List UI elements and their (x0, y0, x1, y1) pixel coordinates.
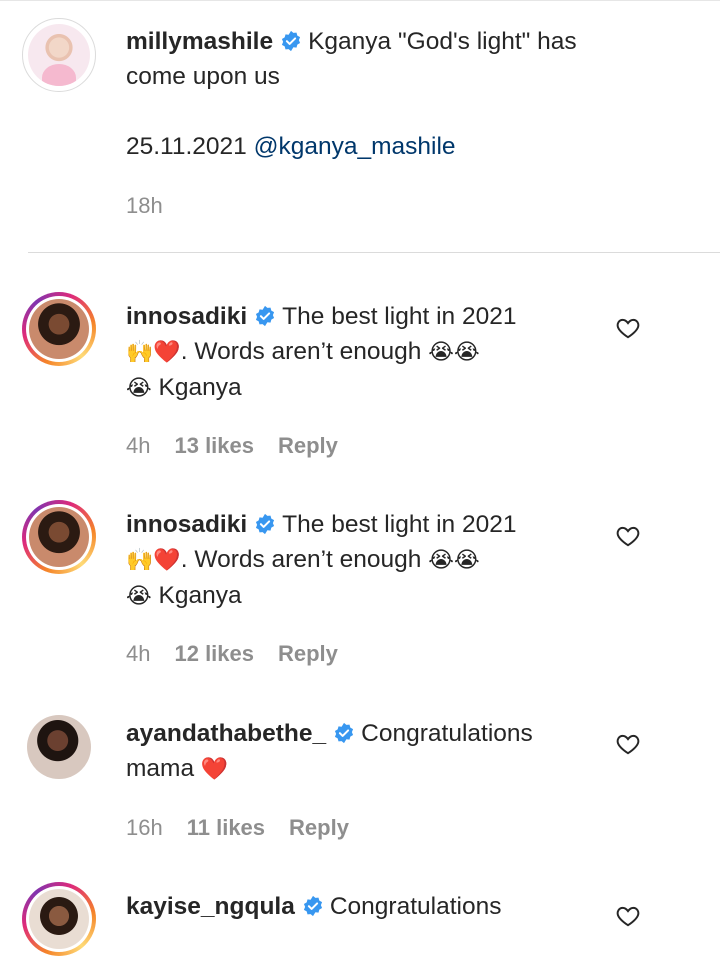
comment-line-1: The best light in 2021 (282, 303, 517, 330)
likes-count[interactable]: 11 likes (187, 815, 265, 841)
heart-outline-icon[interactable] (615, 903, 641, 929)
comment-line-1: Congratulations (361, 720, 533, 747)
likes-count[interactable]: 12 likes (174, 641, 254, 667)
comment-meta: 16h 11 likes Reply (126, 815, 349, 841)
crying-emoji: 😭 (126, 584, 152, 609)
comment-meta: 4h 13 likes Reply (126, 433, 338, 459)
reply-button[interactable]: Reply (278, 433, 338, 459)
comment-line-3: Kganya (158, 582, 242, 609)
avatar-photo (29, 507, 89, 567)
comment-line-2: . Words aren’t enough (180, 338, 422, 365)
crying-emoji: 😭 (126, 376, 152, 401)
comment-text: kayise_ngqula Congratulations (126, 889, 596, 924)
caption-date: 25.11.2021 (126, 133, 247, 160)
comment-text: ayandathabethe_ Congratulations mama ❤️ (126, 716, 596, 787)
comment-line-3: Kganya (158, 374, 242, 401)
raised-hands-heart-emoji: 🙌❤️ (126, 548, 181, 573)
verified-badge-icon (303, 895, 322, 917)
avatar-photo (29, 299, 89, 359)
likes-count[interactable]: 13 likes (174, 433, 254, 459)
verified-badge-icon (282, 30, 301, 52)
username-link[interactable]: innosadiki (126, 511, 247, 538)
crying-emoji: 😭😭 (428, 548, 480, 573)
timestamp[interactable]: 4h (126, 433, 150, 459)
comment-text: innosadiki The best light in 2021 🙌❤️. Wo… (126, 507, 596, 614)
username-link[interactable]: ayandathabethe_ (126, 720, 326, 747)
comment-meta: 4h 12 likes Reply (126, 641, 338, 667)
avatar[interactable] (22, 882, 96, 956)
mention-link[interactable]: @kganya_mashile (254, 133, 456, 160)
reply-button[interactable]: Reply (278, 641, 338, 667)
reply-button[interactable]: Reply (289, 815, 349, 841)
caption-meta: 18h (126, 193, 163, 219)
avatar[interactable] (22, 18, 96, 92)
avatar[interactable] (22, 292, 96, 366)
timestamp[interactable]: 18h (126, 193, 163, 219)
verified-badge-icon (256, 305, 275, 327)
timestamp[interactable]: 16h (126, 815, 163, 841)
top-divider (0, 0, 720, 1)
caption-line-1: Kganya "God's light" has (308, 28, 577, 55)
timestamp[interactable]: 4h (126, 641, 150, 667)
caption-text: millymashile Kganya "God's light" has com… (126, 24, 596, 164)
heart-emoji: ❤️ (200, 757, 229, 782)
avatar-photo (29, 889, 89, 949)
heart-outline-icon[interactable] (615, 731, 641, 757)
username-link[interactable]: innosadiki (126, 303, 247, 330)
comment-line-1: Congratulations (329, 893, 502, 920)
comment-line-2: mama (126, 755, 195, 782)
avatar-photo (28, 24, 90, 86)
divider (28, 252, 720, 253)
caption-line-2: come upon us (126, 63, 280, 90)
username-link[interactable]: kayise_ngqula (126, 893, 295, 920)
username-link[interactable]: millymashile (126, 28, 273, 55)
raised-hands-heart-emoji: 🙌❤️ (126, 340, 181, 365)
heart-outline-icon[interactable] (615, 315, 641, 341)
comment-line-2: . Words aren’t enough (180, 546, 422, 573)
verified-badge-icon (335, 722, 354, 744)
crying-emoji: 😭😭 (428, 340, 480, 365)
avatar-photo (27, 715, 91, 779)
comment-line-1: The best light in 2021 (282, 511, 517, 538)
comment-text: innosadiki The best light in 2021 🙌❤️. Wo… (126, 299, 596, 406)
avatar[interactable] (22, 500, 96, 574)
avatar[interactable] (22, 710, 96, 784)
verified-badge-icon (256, 513, 275, 535)
heart-outline-icon[interactable] (615, 523, 641, 549)
